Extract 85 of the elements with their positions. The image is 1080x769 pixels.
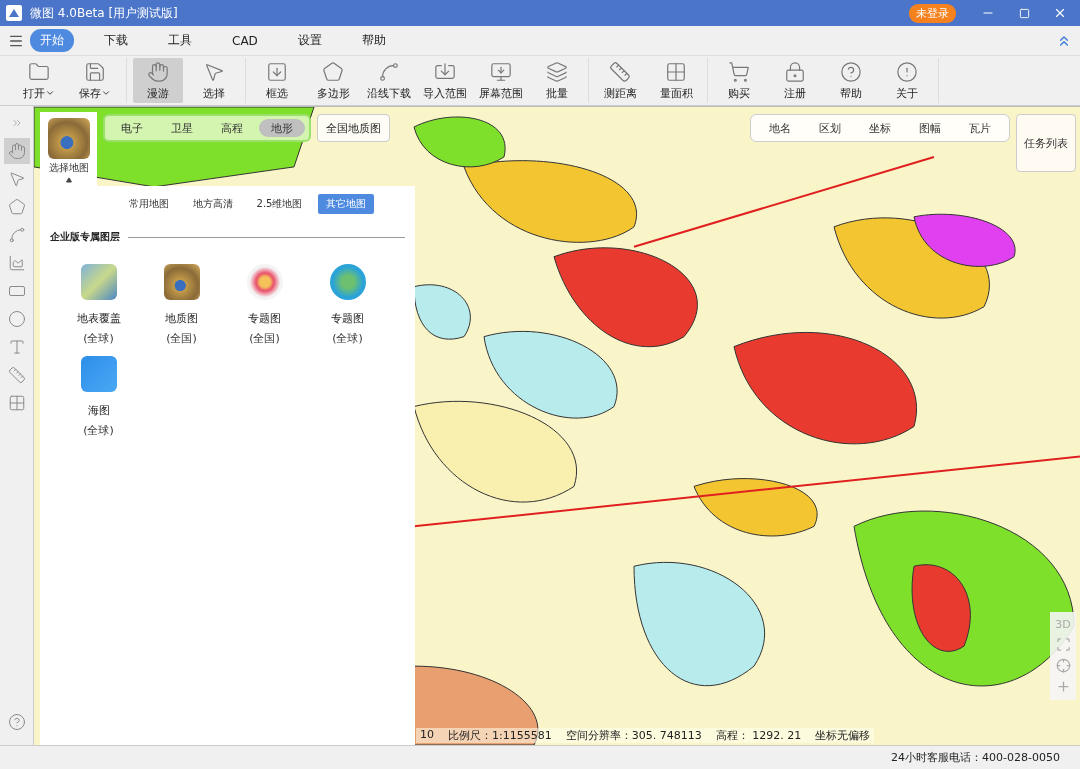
hand-icon — [147, 60, 169, 83]
fit-view-icon[interactable] — [1055, 637, 1071, 652]
geology-map-button[interactable]: 全国地质图 — [317, 114, 390, 142]
toolbar-button[interactable]: 批量 — [532, 58, 582, 103]
help-icon — [840, 60, 862, 83]
ruler-icon — [609, 60, 631, 83]
menu-tab[interactable]: 设置 — [287, 29, 332, 52]
area-icon — [7, 254, 26, 272]
resolution-text: 空间分辨率：305. 748113 — [565, 728, 702, 743]
window-title: 微图 4.0Beta [用户测试版] — [30, 4, 179, 22]
pointer-icon — [7, 170, 26, 188]
polygon-icon — [322, 60, 344, 83]
menu-tab[interactable]: 下载 — [94, 29, 138, 52]
text-icon — [7, 338, 26, 356]
circle-icon — [7, 310, 26, 328]
toolbar-button[interactable]: 选择 — [189, 58, 239, 103]
base-map-tab[interactable]: 卫星 — [159, 119, 205, 137]
area-measure-icon — [7, 394, 26, 412]
map-selector[interactable]: 选择地图 — [40, 112, 97, 186]
overlay-toggle[interactable]: 图幅 — [907, 120, 953, 136]
section-title: 企业版专属图层 — [50, 230, 120, 244]
map-layer-item[interactable]: 海图 (全球) — [57, 356, 140, 438]
lock-icon — [784, 60, 806, 83]
area-measure-icon — [665, 60, 687, 83]
monitor-icon — [490, 60, 512, 83]
ruler-icon — [7, 366, 26, 384]
zoom-level: 10 — [420, 728, 434, 743]
toolbar-button[interactable]: 沿线下载 — [364, 58, 414, 103]
dropdown-icon — [45, 88, 55, 98]
caret-icon — [65, 177, 72, 185]
base-map-tab[interactable]: 电子 — [109, 119, 155, 137]
map-layer-item[interactable]: 地表覆盖 (全球) — [57, 264, 140, 346]
task-list-button[interactable]: 任务列表 — [1016, 114, 1076, 172]
map-thumbnail — [47, 118, 90, 159]
overlay-toggle[interactable]: 坐标 — [857, 120, 903, 136]
elevation-text: 高程： 1292. 21 — [715, 728, 802, 743]
toolbar-button[interactable]: 框选 — [252, 58, 302, 103]
app-logo-icon — [6, 5, 22, 21]
toolbar-button[interactable]: 导入范围 — [420, 58, 470, 103]
zoom-in-icon[interactable] — [1055, 679, 1071, 694]
toolbar-button[interactable]: 帮助 — [826, 58, 876, 103]
offset-text: 坐标无偏移 — [815, 728, 871, 743]
map-layer-item[interactable]: 专题图 (全球) — [306, 264, 389, 346]
category-tab[interactable]: 2.5维地图 — [248, 194, 311, 214]
base-map-tab[interactable]: 地形 — [259, 119, 305, 137]
map-layer-item[interactable]: 地质图 (全国) — [140, 264, 223, 346]
hand-icon — [7, 142, 26, 160]
category-tab[interactable]: 地方高清 — [184, 194, 241, 214]
toolbar-button[interactable]: 关于 — [882, 58, 932, 103]
locate-icon[interactable] — [1055, 658, 1071, 673]
map-placeholder[interactable]: 选择地图 电子 卫星 高程 地形 全国地质图 常用地图 地方高清 2.5维地图 其它地图 企业版专属图层 地表覆盖 (全球) 地质图 (全国) 专题图 (全国) 专题图 (全球) 海图 (全球) 地名 区划 坐标 图幅 瓦片 任务列表 3D 10 比例尺：1:1155581 空间分辨率：305. 748113 高程： 1292. 21 坐标无偏移 — [34, 106, 1080, 745]
toolbar-button[interactable]: 打开 — [14, 58, 64, 103]
cart-icon — [728, 60, 750, 83]
menu-tab[interactable]: 帮助 — [351, 29, 396, 52]
info-icon — [896, 60, 918, 83]
toolbar-button[interactable]: 注册 — [770, 58, 820, 103]
polygon-icon — [7, 198, 26, 216]
close-icon — [1053, 6, 1067, 20]
expand-icon — [10, 117, 23, 129]
tool-button[interactable] — [3, 138, 30, 164]
polyline-icon — [7, 226, 26, 244]
toolbar-button[interactable]: 购买 — [714, 58, 764, 103]
dropdown-icon — [101, 88, 111, 98]
layers-icon — [546, 60, 568, 83]
toolbar-button[interactable]: 保存 — [70, 58, 120, 103]
overlay-toggle[interactable]: 区划 — [807, 120, 853, 136]
toolbar-button[interactable]: 漫游 — [133, 58, 183, 103]
scale-text: 比例尺：1:1155581 — [448, 728, 552, 743]
toolbar-button[interactable]: 量面积 — [651, 58, 701, 103]
hotline-text: 24小时客服电话：400-028-0050 — [891, 750, 1060, 765]
toolbar-button[interactable]: 测距离 — [595, 58, 645, 103]
save-icon — [84, 60, 106, 83]
folder-icon — [28, 60, 50, 83]
menu-tab[interactable]: 工具 — [158, 29, 202, 52]
category-tab[interactable]: 常用地图 — [120, 194, 177, 214]
toolbar-button[interactable]: 多边形 — [308, 58, 358, 103]
map-layer-item[interactable]: 专题图 (全国) — [223, 264, 306, 346]
base-map-tab[interactable]: 高程 — [209, 119, 255, 137]
box-select-icon — [266, 60, 288, 83]
overlay-toggle[interactable]: 瓦片 — [957, 120, 1003, 136]
menu-tab[interactable]: CAD — [222, 30, 268, 51]
toolbar-button[interactable]: 屏幕范围 — [476, 58, 526, 103]
maximize-icon — [1018, 7, 1030, 19]
overlay-toggle[interactable]: 地名 — [757, 120, 803, 136]
polyline-icon — [378, 60, 400, 83]
